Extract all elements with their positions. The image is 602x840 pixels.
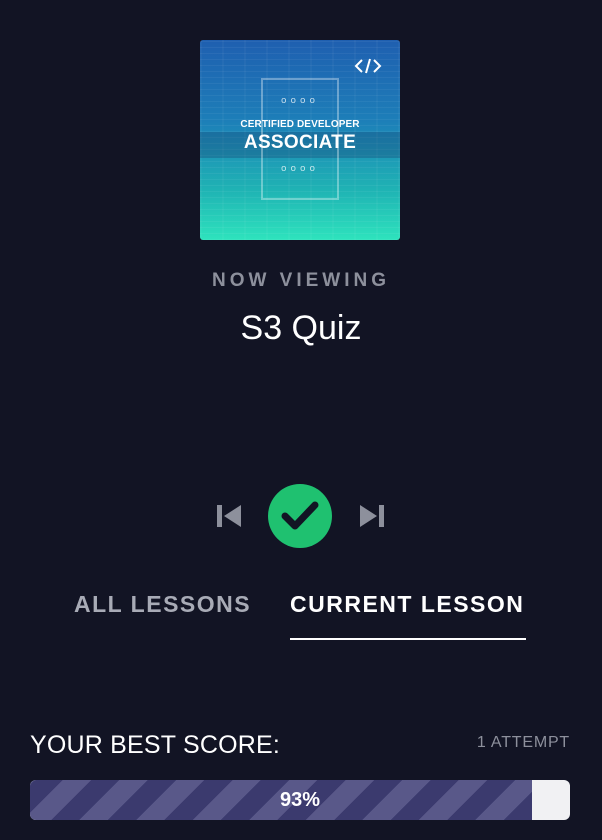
previous-lesson-button[interactable] (214, 502, 244, 530)
active-tab-indicator (290, 638, 526, 640)
thumbnail-dots-top: oooo (280, 96, 320, 106)
thumbnail-certification-type: CERTIFIED DEVELOPER (240, 119, 360, 130)
score-progress-bar: 93% (30, 780, 570, 820)
thumbnail-dots-bottom: oooo (280, 164, 320, 174)
thumbnail-certification-level: ASSOCIATE (243, 132, 357, 153)
tab-all-lessons[interactable]: ALL LESSONS (74, 591, 251, 618)
lesson-title: S3 Quiz (240, 309, 362, 347)
skip-previous-icon (217, 505, 241, 527)
best-score-label: YOUR BEST SCORE: (30, 731, 281, 759)
mark-complete-button[interactable] (268, 484, 332, 548)
attempt-count: 1 ATTEMPT (476, 734, 570, 751)
code-icon (354, 58, 382, 74)
checkmark-icon (281, 501, 319, 530)
tab-current-lesson[interactable]: CURRENT LESSON (290, 591, 524, 618)
course-thumbnail: oooo CERTIFIED DEVELOPER ASSOCIATE oooo (200, 40, 400, 240)
skip-next-icon (360, 505, 384, 527)
next-lesson-button[interactable] (357, 502, 387, 530)
now-viewing-label: NOW VIEWING (211, 270, 391, 291)
score-percent: 93% (279, 789, 321, 811)
